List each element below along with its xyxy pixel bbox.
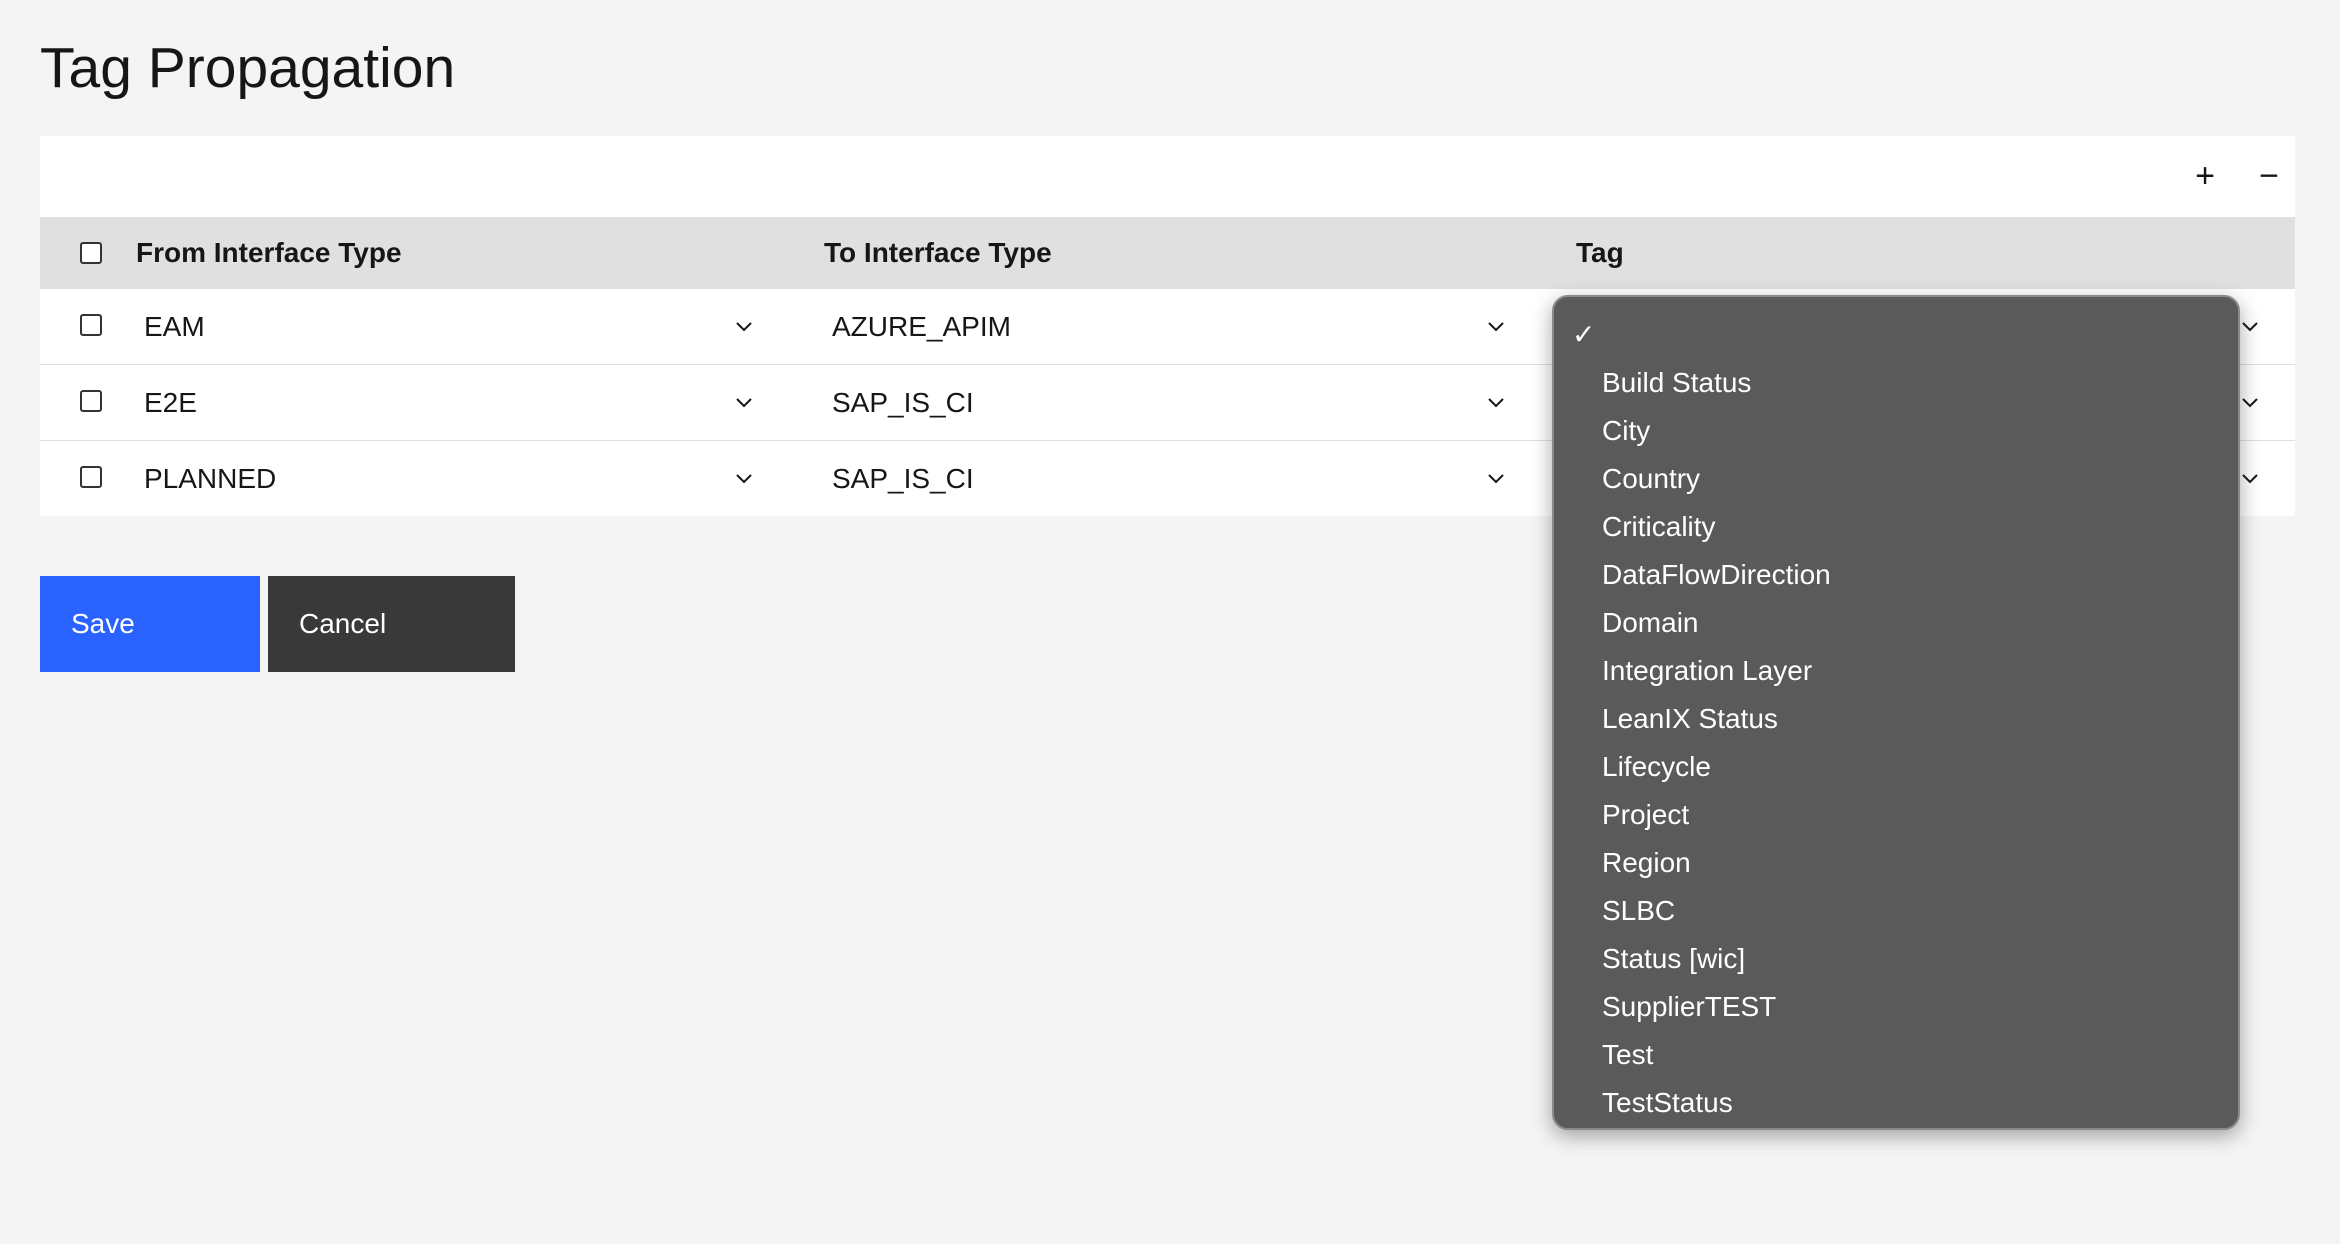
dropdown-option[interactable]: Region: [1554, 839, 2238, 887]
dropdown-option-empty[interactable]: ✓: [1554, 311, 2238, 359]
dropdown-option[interactable]: Integration Layer: [1554, 647, 2238, 695]
from-interface-value: PLANNED: [144, 463, 277, 494]
dropdown-option[interactable]: Status [wic]: [1554, 935, 2238, 983]
dropdown-option[interactable]: Country: [1554, 455, 2238, 503]
to-interface-value: AZURE_APIM: [832, 311, 1011, 342]
table-header: From Interface Type To Interface Type Ta…: [40, 217, 2295, 289]
row-checkbox[interactable]: [80, 466, 102, 488]
from-interface-value: E2E: [144, 387, 197, 418]
to-interface-value: SAP_IS_CI: [832, 463, 974, 494]
to-interface-select[interactable]: AZURE_APIM: [832, 289, 1502, 364]
dropdown-option[interactable]: SLBC: [1554, 887, 2238, 935]
plus-icon: +: [2195, 156, 2215, 195]
to-interface-value: SAP_IS_CI: [832, 387, 974, 418]
chevron-down-icon[interactable]: [1486, 317, 1506, 337]
row-checkbox[interactable]: [80, 314, 102, 336]
chevron-down-icon[interactable]: [1486, 393, 1506, 413]
dropdown-option[interactable]: TestStatus: [1554, 1079, 2238, 1127]
dropdown-option[interactable]: Project: [1554, 791, 2238, 839]
table-toolbar: + −: [40, 136, 2295, 217]
add-row-button[interactable]: +: [2185, 156, 2225, 196]
select-all-checkbox[interactable]: [80, 242, 102, 264]
page-title: Tag Propagation: [40, 36, 456, 100]
chevron-down-icon[interactable]: [2240, 317, 2260, 337]
dropdown-option[interactable]: Test: [1554, 1031, 2238, 1079]
from-interface-select[interactable]: PLANNED: [144, 441, 814, 516]
remove-row-button[interactable]: −: [2249, 156, 2289, 196]
dropdown-option[interactable]: SupplierTEST: [1554, 983, 2238, 1031]
header-tag: Tag: [1576, 237, 1624, 268]
from-interface-select[interactable]: EAM: [144, 289, 814, 364]
chevron-down-icon[interactable]: [1486, 469, 1506, 489]
chevron-down-icon[interactable]: [734, 393, 754, 413]
from-interface-value: EAM: [144, 311, 205, 342]
chevron-down-icon[interactable]: [2240, 469, 2260, 489]
to-interface-select[interactable]: SAP_IS_CI: [832, 441, 1502, 516]
header-from-interface-type: From Interface Type: [136, 237, 402, 268]
tag-dropdown-menu: ✓ Build Status City Country Criticality …: [1552, 295, 2240, 1130]
chevron-down-icon[interactable]: [734, 317, 754, 337]
chevron-down-icon[interactable]: [734, 469, 754, 489]
to-interface-select[interactable]: SAP_IS_CI: [832, 365, 1502, 440]
row-checkbox[interactable]: [80, 390, 102, 412]
minus-icon: −: [2259, 156, 2279, 195]
checkmark-icon: ✓: [1572, 319, 1596, 350]
dropdown-option[interactable]: City: [1554, 407, 2238, 455]
dropdown-option[interactable]: Lifecycle: [1554, 743, 2238, 791]
save-button[interactable]: Save: [40, 576, 260, 672]
dropdown-option[interactable]: LeanIX Status: [1554, 695, 2238, 743]
dropdown-option[interactable]: Criticality: [1554, 503, 2238, 551]
dropdown-option[interactable]: Domain: [1554, 599, 2238, 647]
header-to-interface-type: To Interface Type: [824, 237, 1052, 268]
cancel-button[interactable]: Cancel: [268, 576, 515, 672]
from-interface-select[interactable]: E2E: [144, 365, 814, 440]
dropdown-option[interactable]: DataFlowDirection: [1554, 551, 2238, 599]
dropdown-option[interactable]: Build Status: [1554, 359, 2238, 407]
chevron-down-icon[interactable]: [2240, 393, 2260, 413]
